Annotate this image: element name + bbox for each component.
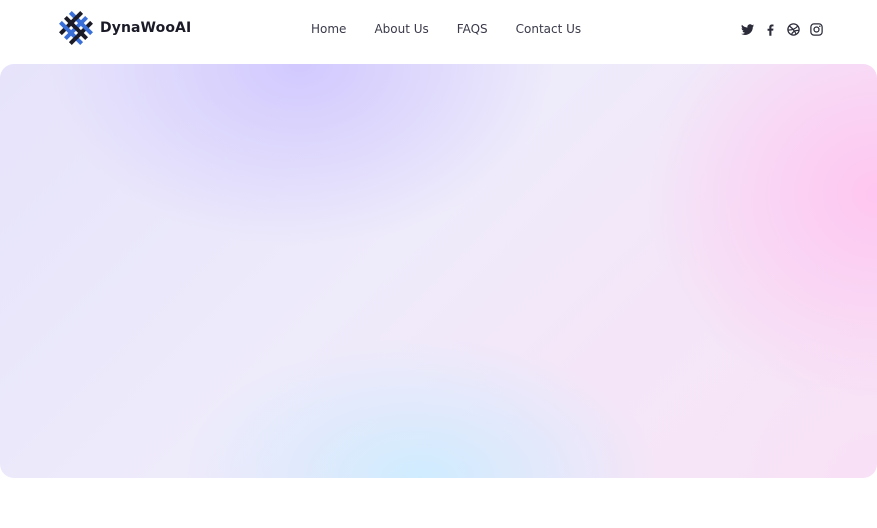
brand-name: DynaWooAI bbox=[100, 20, 192, 36]
hero-gradient-banner bbox=[0, 64, 877, 478]
nav-about-us-link[interactable]: About Us bbox=[374, 22, 428, 36]
site-header: DynaWooAI Home About Us FAQS Contact Us bbox=[0, 0, 877, 64]
nav-home-link[interactable]: Home bbox=[311, 22, 346, 36]
instagram-icon[interactable] bbox=[809, 22, 824, 37]
facebook-icon[interactable] bbox=[763, 22, 778, 37]
main-nav: Home About Us FAQS Contact Us bbox=[311, 20, 581, 38]
nav-contact-us-link[interactable]: Contact Us bbox=[516, 22, 582, 36]
woven-cross-logo-icon bbox=[59, 11, 93, 45]
nav-faqs-link[interactable]: FAQS bbox=[457, 22, 488, 36]
twitter-icon[interactable] bbox=[740, 22, 755, 37]
social-links bbox=[740, 20, 824, 38]
dribbble-icon[interactable] bbox=[786, 22, 801, 37]
brand-logo-link[interactable]: DynaWooAI bbox=[58, 10, 191, 46]
